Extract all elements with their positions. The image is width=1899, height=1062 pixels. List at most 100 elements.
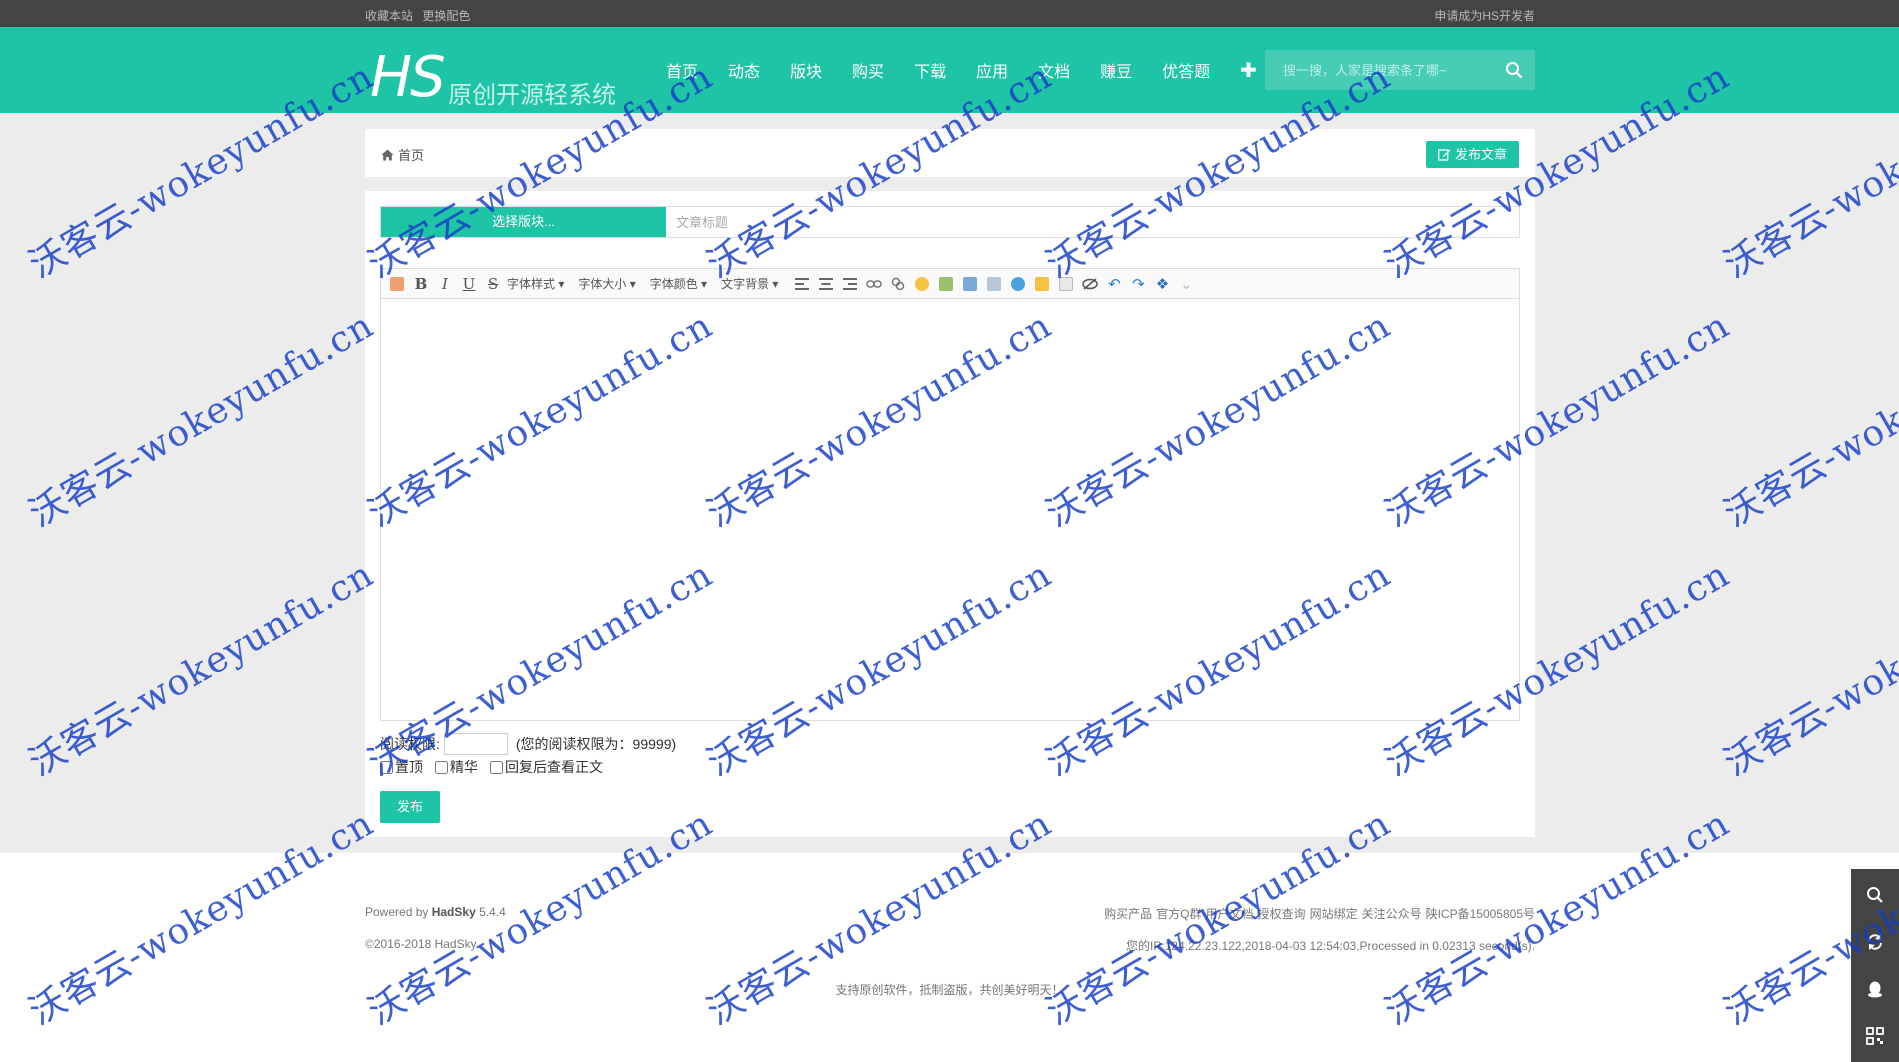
folder-icon[interactable]: [1032, 274, 1052, 294]
footer-link-wechat[interactable]: 关注公众号: [1362, 905, 1422, 922]
nav-qa[interactable]: 优答题: [1162, 58, 1210, 82]
bold-icon[interactable]: B: [411, 274, 431, 294]
sticky-checkbox[interactable]: [380, 760, 393, 774]
sticky-option[interactable]: 置顶: [380, 757, 423, 777]
underline-icon[interactable]: U: [459, 274, 479, 294]
search-input[interactable]: [1265, 50, 1495, 90]
publish-button[interactable]: 发布: [380, 791, 440, 823]
paw-icon[interactable]: ❖: [1152, 274, 1172, 294]
logo[interactable]: HS 原创开源轻系统: [370, 37, 616, 110]
footer-links: 购买产品 官方Q群 用户文档 授权查询 网站绑定 关注公众号 陕ICP备1500…: [1100, 905, 1535, 922]
image-icon[interactable]: [936, 274, 956, 294]
footer-link-buy[interactable]: 购买产品: [1104, 905, 1152, 922]
publish-article-button[interactable]: 发布文章: [1425, 141, 1519, 168]
sticky-label: 置顶: [395, 759, 423, 775]
footer-link-qq-group[interactable]: 官方Q群: [1156, 905, 1201, 922]
nav-earn[interactable]: 赚豆: [1100, 58, 1132, 82]
copyright: ©2016-2018 HadSky: [365, 937, 477, 951]
breadcrumb-home-label: 首页: [398, 148, 425, 163]
essence-option[interactable]: 精华: [435, 757, 478, 777]
undo-icon[interactable]: ↶: [1104, 274, 1124, 294]
header: HS 原创开源轻系统 首页 动态 版块 购买 下载 应用 文档 赚豆 优答题 ✚: [0, 27, 1899, 113]
footer-link-icp[interactable]: 陕ICP备15005805号: [1426, 905, 1535, 922]
color-switch-link[interactable]: 更换配色: [422, 9, 470, 23]
align-left-icon[interactable]: [792, 274, 812, 294]
reply-view-checkbox[interactable]: [490, 760, 503, 774]
hide-content-icon[interactable]: [1080, 274, 1100, 294]
footer-support-text: 支持原创软件，抵制盗版，共创美好明天！: [835, 983, 1064, 997]
editor-toolbar: B I U S 字体样式 ▾ 字体大小 ▾ 字体颜色 ▾ 文字背景 ▾ ↶ ↷ …: [381, 269, 1519, 299]
essence-checkbox[interactable]: [435, 760, 448, 774]
powered-brand[interactable]: HadSky: [432, 905, 476, 919]
breadcrumb: 首页 发布文章: [365, 129, 1535, 177]
main-area: 首页 发布文章 选择版块... B I U S 字体样式 ▾ 字体大小 ▾ 字体…: [0, 113, 1899, 853]
nav-buy[interactable]: 购买: [852, 58, 884, 82]
text-background-dropdown[interactable]: 文字背景 ▾: [721, 274, 778, 294]
emoji-icon[interactable]: [912, 274, 932, 294]
bookmark-link[interactable]: 收藏本站: [365, 9, 413, 23]
search-icon[interactable]: [1865, 885, 1885, 905]
font-size-dropdown[interactable]: 字体大小 ▾: [578, 274, 635, 294]
music-icon[interactable]: [1008, 274, 1028, 294]
more-icon[interactable]: ⌄: [1176, 274, 1196, 294]
plus-icon[interactable]: ✚: [1240, 58, 1257, 83]
forum-select-button[interactable]: 选择版块...: [381, 207, 666, 237]
essence-label: 精华: [450, 759, 478, 775]
powered-by: Powered by HadSky 5.4.4: [365, 905, 506, 919]
nav-download[interactable]: 下载: [914, 58, 946, 82]
qrcode-icon[interactable]: [1865, 1026, 1885, 1046]
read-permission-label: 阅读权限:: [380, 736, 440, 752]
title-input[interactable]: [666, 207, 1519, 237]
nav-apps[interactable]: 应用: [976, 58, 1008, 82]
footer-link-user-docs[interactable]: 用户文档: [1206, 905, 1254, 922]
main-nav: 首页 动态 版块 购买 下载 应用 文档 赚豆 优答题 ✚: [651, 27, 1272, 113]
search-box: [1265, 50, 1535, 90]
reply-view-label: 回复后查看正文: [505, 759, 603, 775]
top-bar: 收藏本站 更换配色 申请成为HS开发者: [0, 0, 1899, 27]
breadcrumb-home[interactable]: 首页: [381, 145, 424, 164]
font-color-dropdown[interactable]: 字体颜色 ▾: [650, 274, 707, 294]
edit-icon: [1438, 149, 1451, 161]
nav-dynamic[interactable]: 动态: [728, 58, 760, 82]
file-icon[interactable]: [1056, 274, 1076, 294]
nav-forums[interactable]: 版块: [790, 58, 822, 82]
search-icon[interactable]: [1505, 61, 1523, 79]
footer-process-info: 您的IP:124.22.23.122,2018-04-03 12:54:03,P…: [1126, 939, 1535, 953]
italic-icon[interactable]: I: [435, 274, 455, 294]
nav-docs[interactable]: 文档: [1038, 58, 1070, 82]
home-icon: [381, 149, 394, 160]
forum-title-row: 选择版块...: [380, 206, 1520, 238]
align-center-icon[interactable]: [816, 274, 836, 294]
strikethrough-icon[interactable]: S: [483, 274, 503, 294]
redo-icon[interactable]: ↷: [1128, 274, 1148, 294]
nav-home[interactable]: 首页: [666, 58, 698, 82]
video-icon[interactable]: [984, 274, 1004, 294]
floating-toolbar: [1851, 869, 1899, 1062]
read-permission-input[interactable]: [443, 733, 508, 755]
logo-text: HS: [370, 45, 446, 110]
post-form: 选择版块... B I U S 字体样式 ▾ 字体大小 ▾ 字体颜色 ▾ 文字背…: [365, 191, 1535, 837]
refresh-icon[interactable]: [1865, 932, 1885, 952]
top-bar-left: 收藏本站 更换配色: [365, 7, 476, 24]
publish-article-label: 发布文章: [1454, 147, 1507, 162]
reply-view-option[interactable]: 回复后查看正文: [490, 757, 603, 777]
editor-content[interactable]: [381, 300, 1519, 720]
footer: Powered by HadSky 5.4.4 ©2016-2018 HadSk…: [0, 853, 1899, 1062]
attachment-icon[interactable]: [960, 274, 980, 294]
link-icon[interactable]: [864, 274, 884, 294]
powered-version: 5.4.4: [479, 905, 506, 919]
apply-developer-link[interactable]: 申请成为HS开发者: [1434, 7, 1535, 24]
powered-prefix: Powered by: [365, 905, 429, 919]
rich-editor: B I U S 字体样式 ▾ 字体大小 ▾ 字体颜色 ▾ 文字背景 ▾ ↶ ↷ …: [380, 268, 1520, 721]
post-options: 置顶 精华 回复后查看正文: [380, 757, 615, 777]
logo-slogan: 原创开源轻系统: [448, 82, 617, 109]
qq-icon[interactable]: [1865, 979, 1885, 999]
align-right-icon[interactable]: [840, 274, 860, 294]
font-style-dropdown[interactable]: 字体样式 ▾: [507, 274, 564, 294]
unlink-icon[interactable]: [888, 274, 908, 294]
source-icon[interactable]: [387, 274, 407, 294]
read-permission-row: 阅读权限: (您的阅读权限为：99999): [380, 733, 676, 755]
footer-link-license-query[interactable]: 授权查询: [1258, 905, 1306, 922]
footer-link-site-binding[interactable]: 网站绑定: [1310, 905, 1358, 922]
read-permission-note: (您的阅读权限为：99999): [515, 736, 677, 752]
